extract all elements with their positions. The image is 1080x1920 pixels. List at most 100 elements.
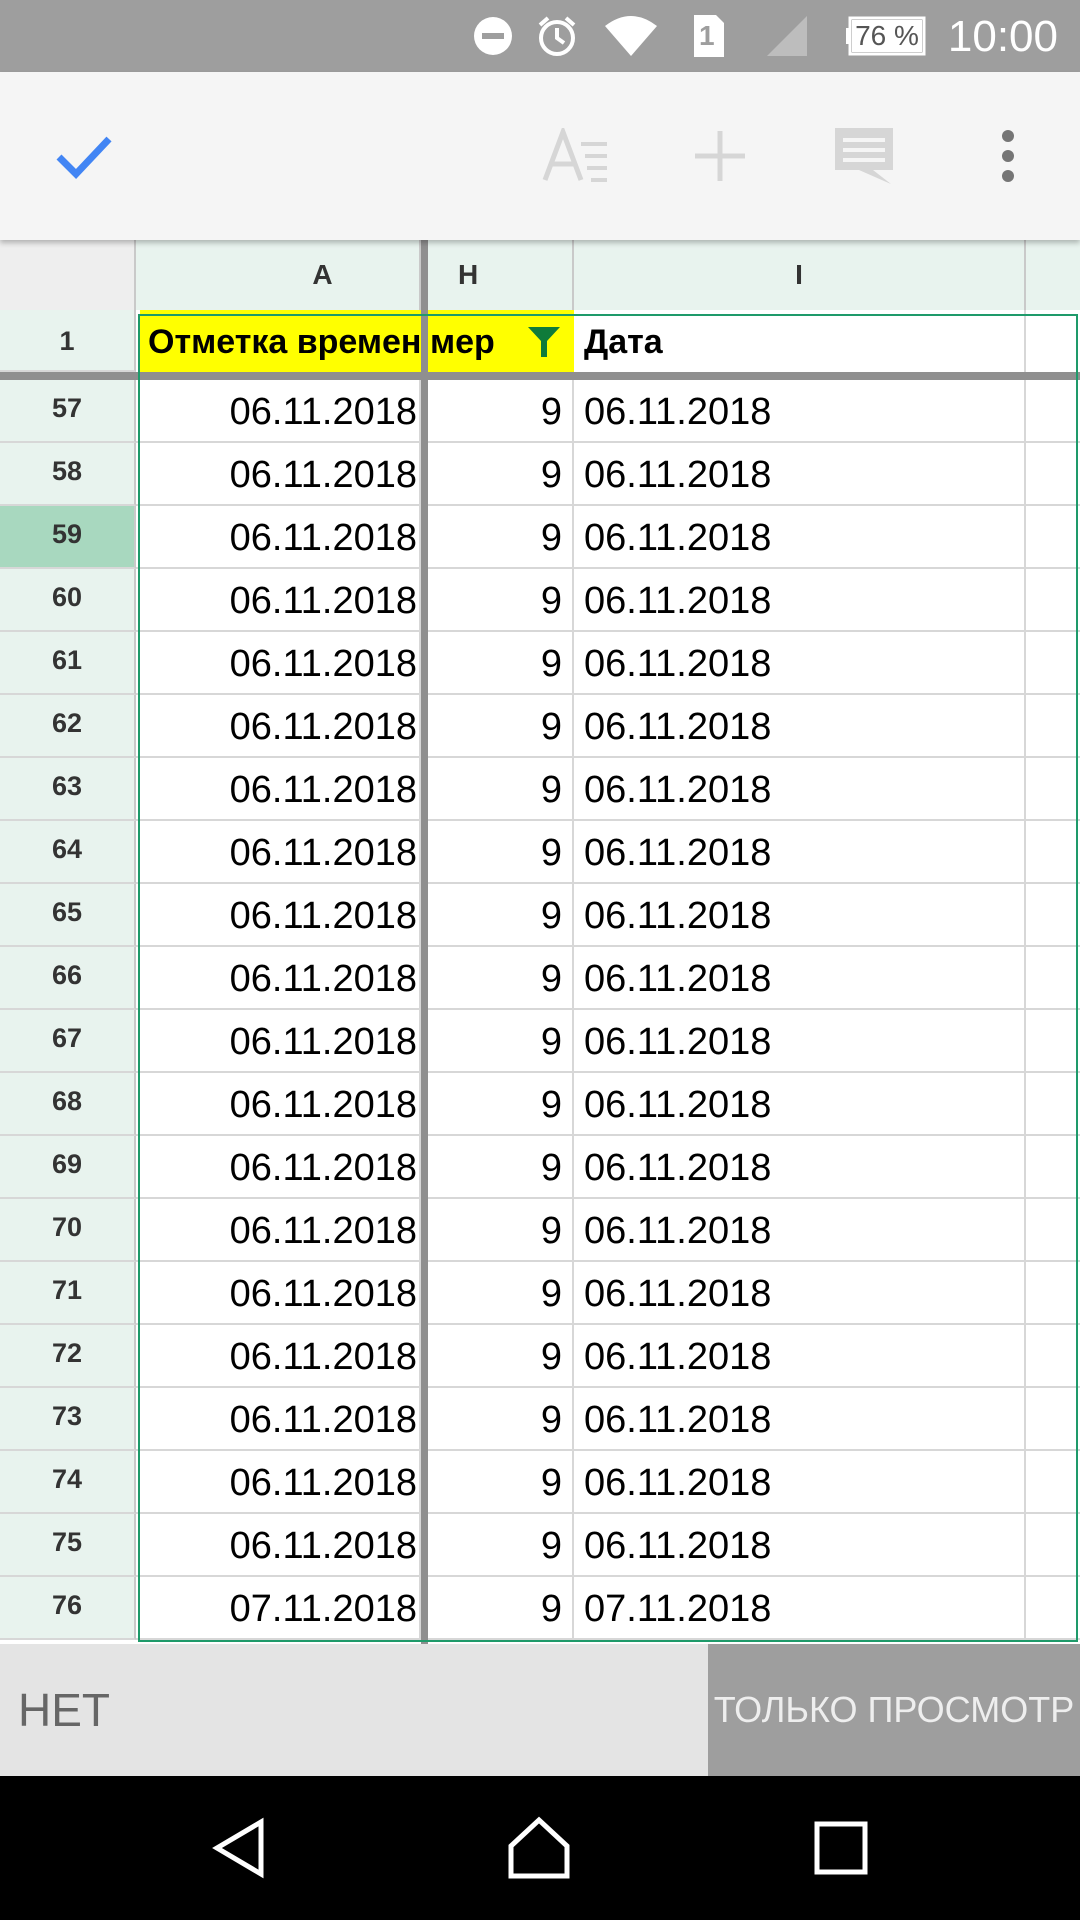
header-cell-a[interactable]: Отметка времени <box>140 310 421 374</box>
row-number[interactable]: 73 <box>0 1388 136 1451</box>
row-number[interactable]: 76 <box>0 1577 136 1640</box>
cell-i[interactable]: 06.11.2018 <box>574 1388 1026 1449</box>
cell-h[interactable]: 9 <box>428 1136 574 1197</box>
row-number[interactable]: 64 <box>0 821 136 884</box>
row-number[interactable]: 57 <box>0 380 136 443</box>
row-number[interactable]: 70 <box>0 1199 136 1262</box>
cell-a[interactable]: 06.11.2018 <box>138 1262 421 1323</box>
done-button[interactable] <box>44 116 124 196</box>
cell-h[interactable]: 9 <box>428 569 574 630</box>
cell-h[interactable]: 9 <box>428 1577 574 1638</box>
cell-a[interactable]: 06.11.2018 <box>138 506 421 567</box>
cell-h[interactable]: 9 <box>428 1325 574 1386</box>
cell-h[interactable]: 9 <box>428 758 574 819</box>
cell-i[interactable]: 06.11.2018 <box>574 758 1026 819</box>
row-number[interactable]: 60 <box>0 569 136 632</box>
cell-h[interactable]: 9 <box>428 821 574 882</box>
cell-a[interactable]: 06.11.2018 <box>138 1325 421 1386</box>
cell-h[interactable]: 9 <box>428 380 574 441</box>
frozen-columns-divider[interactable] <box>421 240 428 1644</box>
cell-i[interactable]: 06.11.2018 <box>574 821 1026 882</box>
cell-a[interactable]: 06.11.2018 <box>138 443 421 504</box>
row-number[interactable]: 65 <box>0 884 136 947</box>
cell-a[interactable]: 06.11.2018 <box>138 1136 421 1197</box>
cell-h[interactable]: 9 <box>428 1388 574 1449</box>
row-number[interactable]: 67 <box>0 1010 136 1073</box>
cell-a[interactable]: 06.11.2018 <box>138 569 421 630</box>
cell-h[interactable]: 9 <box>428 632 574 693</box>
header-cell-h[interactable]: мер <box>428 310 574 374</box>
cell-i[interactable]: 06.11.2018 <box>574 1010 1026 1071</box>
cell-i[interactable]: 06.11.2018 <box>574 632 1026 693</box>
cell-a[interactable]: 06.11.2018 <box>138 632 421 693</box>
row-number[interactable]: 75 <box>0 1514 136 1577</box>
column-header-a[interactable]: A <box>136 240 421 310</box>
cell-a[interactable]: 06.11.2018 <box>138 380 421 441</box>
cell-i[interactable]: 07.11.2018 <box>574 1577 1026 1638</box>
header-cell-i[interactable]: Дата <box>574 310 1026 374</box>
row-number[interactable]: 68 <box>0 1073 136 1136</box>
cell-i[interactable]: 06.11.2018 <box>574 884 1026 945</box>
cell-i[interactable]: 06.11.2018 <box>574 1514 1026 1575</box>
row-number[interactable]: 69 <box>0 1136 136 1199</box>
cell-i[interactable]: 06.11.2018 <box>574 1199 1026 1260</box>
insert-button[interactable] <box>680 116 760 196</box>
cell-h[interactable]: 9 <box>428 443 574 504</box>
back-button[interactable] <box>196 1808 286 1888</box>
cell-h[interactable]: 9 <box>428 1010 574 1071</box>
cell-a[interactable]: 06.11.2018 <box>138 1388 421 1449</box>
cell-i[interactable]: 06.11.2018 <box>574 1136 1026 1197</box>
cell-a[interactable]: 06.11.2018 <box>138 1199 421 1260</box>
cell-a[interactable]: 07.11.2018 <box>138 1577 421 1638</box>
row-number[interactable]: 72 <box>0 1325 136 1388</box>
cell-i[interactable]: 06.11.2018 <box>574 695 1026 756</box>
cell-a[interactable]: 06.11.2018 <box>138 947 421 1008</box>
cell-i[interactable]: 06.11.2018 <box>574 443 1026 504</box>
recents-button[interactable] <box>796 1808 886 1888</box>
row-number[interactable]: 59 <box>0 506 136 569</box>
cell-h[interactable]: 9 <box>428 1451 574 1512</box>
cell-i[interactable]: 06.11.2018 <box>574 1325 1026 1386</box>
cell-a[interactable]: 06.11.2018 <box>138 1451 421 1512</box>
cell-i[interactable]: 06.11.2018 <box>574 506 1026 567</box>
home-button[interactable] <box>494 1808 584 1888</box>
row-number[interactable]: 71 <box>0 1262 136 1325</box>
cell-h[interactable]: 9 <box>428 1262 574 1323</box>
row-number[interactable]: 66 <box>0 947 136 1010</box>
cell-i[interactable]: 06.11.2018 <box>574 380 1026 441</box>
cell-h[interactable]: 9 <box>428 947 574 1008</box>
frozen-rows-divider[interactable] <box>0 372 1080 380</box>
row-number[interactable]: 61 <box>0 632 136 695</box>
text-format-button[interactable] <box>536 116 616 196</box>
column-header-i[interactable]: I <box>574 240 1026 310</box>
cell-i[interactable]: 06.11.2018 <box>574 947 1026 1008</box>
column-header-h[interactable]: H <box>428 240 574 310</box>
cell-a[interactable]: 06.11.2018 <box>138 695 421 756</box>
cell-i[interactable]: 06.11.2018 <box>574 1262 1026 1323</box>
filter-icon[interactable] <box>526 325 562 359</box>
cell-a[interactable]: 06.11.2018 <box>138 1514 421 1575</box>
cell-i[interactable]: 06.11.2018 <box>574 569 1026 630</box>
more-options-button[interactable] <box>968 116 1048 196</box>
cell-i[interactable]: 06.11.2018 <box>574 1451 1026 1512</box>
cell-h[interactable]: 9 <box>428 1199 574 1260</box>
cell-h[interactable]: 9 <box>428 1514 574 1575</box>
row-number[interactable]: 1 <box>0 310 136 372</box>
cell-h[interactable]: 9 <box>428 506 574 567</box>
cell-h[interactable]: 9 <box>428 884 574 945</box>
cell-value-field[interactable]: НЕТ <box>0 1644 708 1776</box>
row-number[interactable]: 62 <box>0 695 136 758</box>
row-number[interactable]: 63 <box>0 758 136 821</box>
row-number[interactable]: 58 <box>0 443 136 506</box>
cell-a[interactable]: 06.11.2018 <box>138 1010 421 1071</box>
cell-h[interactable]: 9 <box>428 1073 574 1134</box>
cell-a[interactable]: 06.11.2018 <box>138 758 421 819</box>
cell-a[interactable]: 06.11.2018 <box>138 821 421 882</box>
cell-a[interactable]: 06.11.2018 <box>138 1073 421 1134</box>
select-all-corner[interactable] <box>0 240 136 310</box>
cell-a[interactable]: 06.11.2018 <box>138 884 421 945</box>
cell-h[interactable]: 9 <box>428 695 574 756</box>
cell-i[interactable]: 06.11.2018 <box>574 1073 1026 1134</box>
row-number[interactable]: 74 <box>0 1451 136 1514</box>
comment-button[interactable] <box>824 116 904 196</box>
